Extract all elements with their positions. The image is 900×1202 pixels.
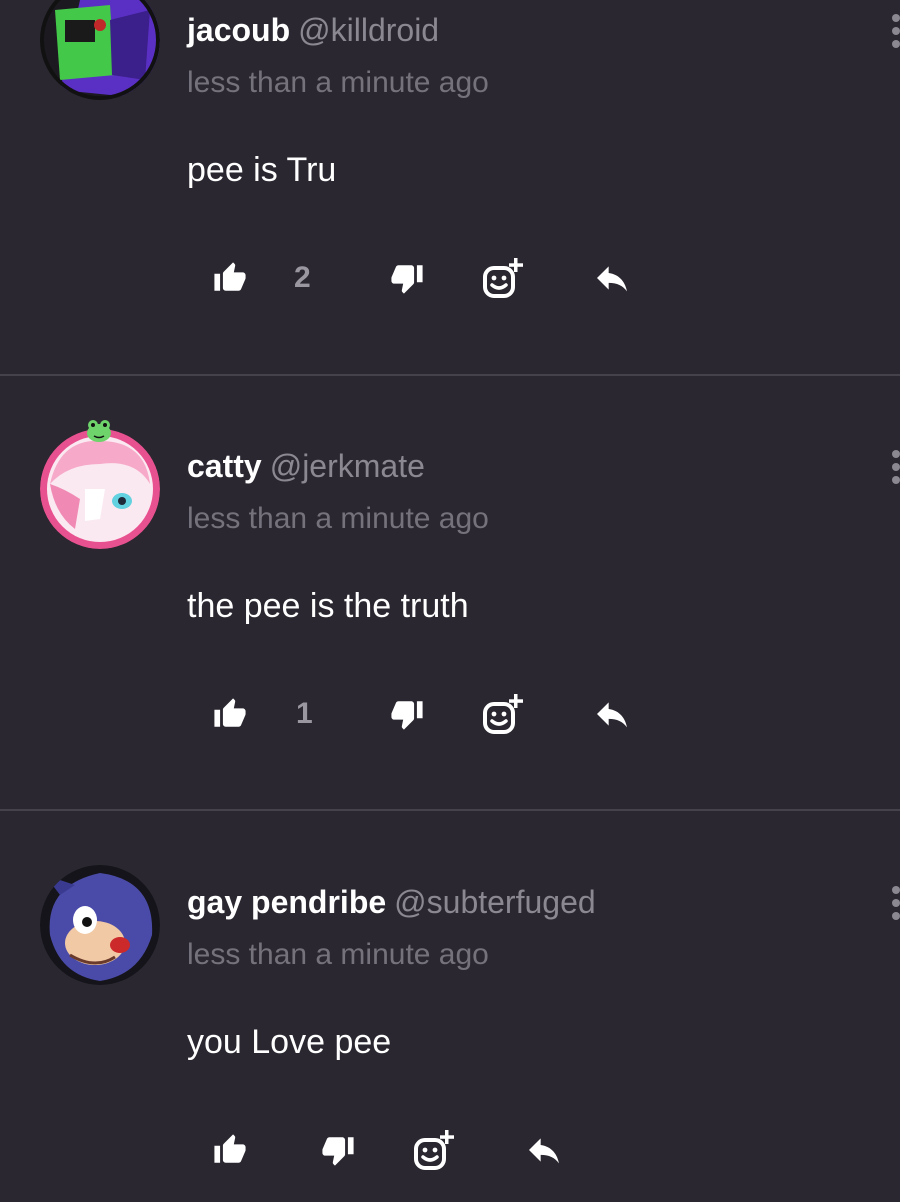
thumbs-down-icon (391, 701, 423, 730)
reply-button[interactable] (590, 256, 634, 300)
add-reaction-button[interactable] (411, 1128, 455, 1172)
comment-text: you Love pee (187, 1023, 392, 1061)
thumbs-up-icon (214, 1134, 246, 1163)
avatar[interactable] (40, 429, 160, 549)
timestamp: less than a minute ago (187, 938, 489, 971)
author-name[interactable]: gay pendribe (187, 884, 386, 920)
add-emoji-icon (414, 1130, 454, 1170)
more-options-icon[interactable] (889, 12, 900, 52)
thumbs-up-icon (214, 262, 246, 291)
frog-badge-icon (87, 420, 111, 442)
add-emoji-icon (483, 258, 523, 298)
add-reaction-button[interactable] (480, 256, 524, 300)
avatar[interactable] (40, 0, 160, 100)
timestamp: less than a minute ago (187, 66, 489, 99)
author-handle[interactable]: @jerkmate (270, 448, 425, 484)
comment-item: catty @jerkmate less than a minute ago th… (0, 376, 900, 810)
author-handle[interactable]: @subterfuged (394, 884, 596, 920)
more-options-icon[interactable] (889, 884, 900, 924)
reply-button[interactable] (590, 692, 634, 736)
like-count: 1 (296, 697, 313, 730)
comment-text: pee is Tru (187, 151, 337, 189)
more-options-icon[interactable] (889, 448, 900, 488)
thumbs-down-icon (322, 1137, 354, 1166)
comment-item: jacoub @killdroid less than a minute ago … (0, 0, 900, 375)
thumbs-up-icon (214, 698, 246, 727)
author-name[interactable]: catty (187, 448, 262, 484)
reply-icon (597, 702, 627, 728)
like-button[interactable] (208, 1128, 252, 1172)
like-button[interactable] (208, 256, 252, 300)
author-row: catty @jerkmate (187, 446, 425, 486)
author-row: gay pendribe @subterfuged (187, 882, 596, 922)
thumbs-down-icon (391, 265, 423, 294)
avatar[interactable] (40, 865, 160, 985)
author-name[interactable]: jacoub (187, 12, 290, 48)
add-reaction-button[interactable] (480, 692, 524, 736)
reply-icon (597, 266, 627, 292)
author-handle[interactable]: @killdroid (298, 12, 439, 48)
comment-text: the pee is the truth (187, 587, 469, 625)
comment-feed: jacoub @killdroid less than a minute ago … (0, 0, 900, 1202)
dislike-button[interactable] (385, 692, 429, 736)
like-count: 2 (294, 261, 311, 294)
like-button[interactable] (208, 692, 252, 736)
add-emoji-icon (483, 694, 523, 734)
dislike-button[interactable] (385, 256, 429, 300)
dislike-button[interactable] (316, 1128, 360, 1172)
timestamp: less than a minute ago (187, 502, 489, 535)
comment-item: gay pendribe @subterfuged less than a min… (0, 811, 900, 1202)
reply-icon (529, 1138, 559, 1164)
reply-button[interactable] (522, 1128, 566, 1172)
author-row: jacoub @killdroid (187, 10, 439, 50)
